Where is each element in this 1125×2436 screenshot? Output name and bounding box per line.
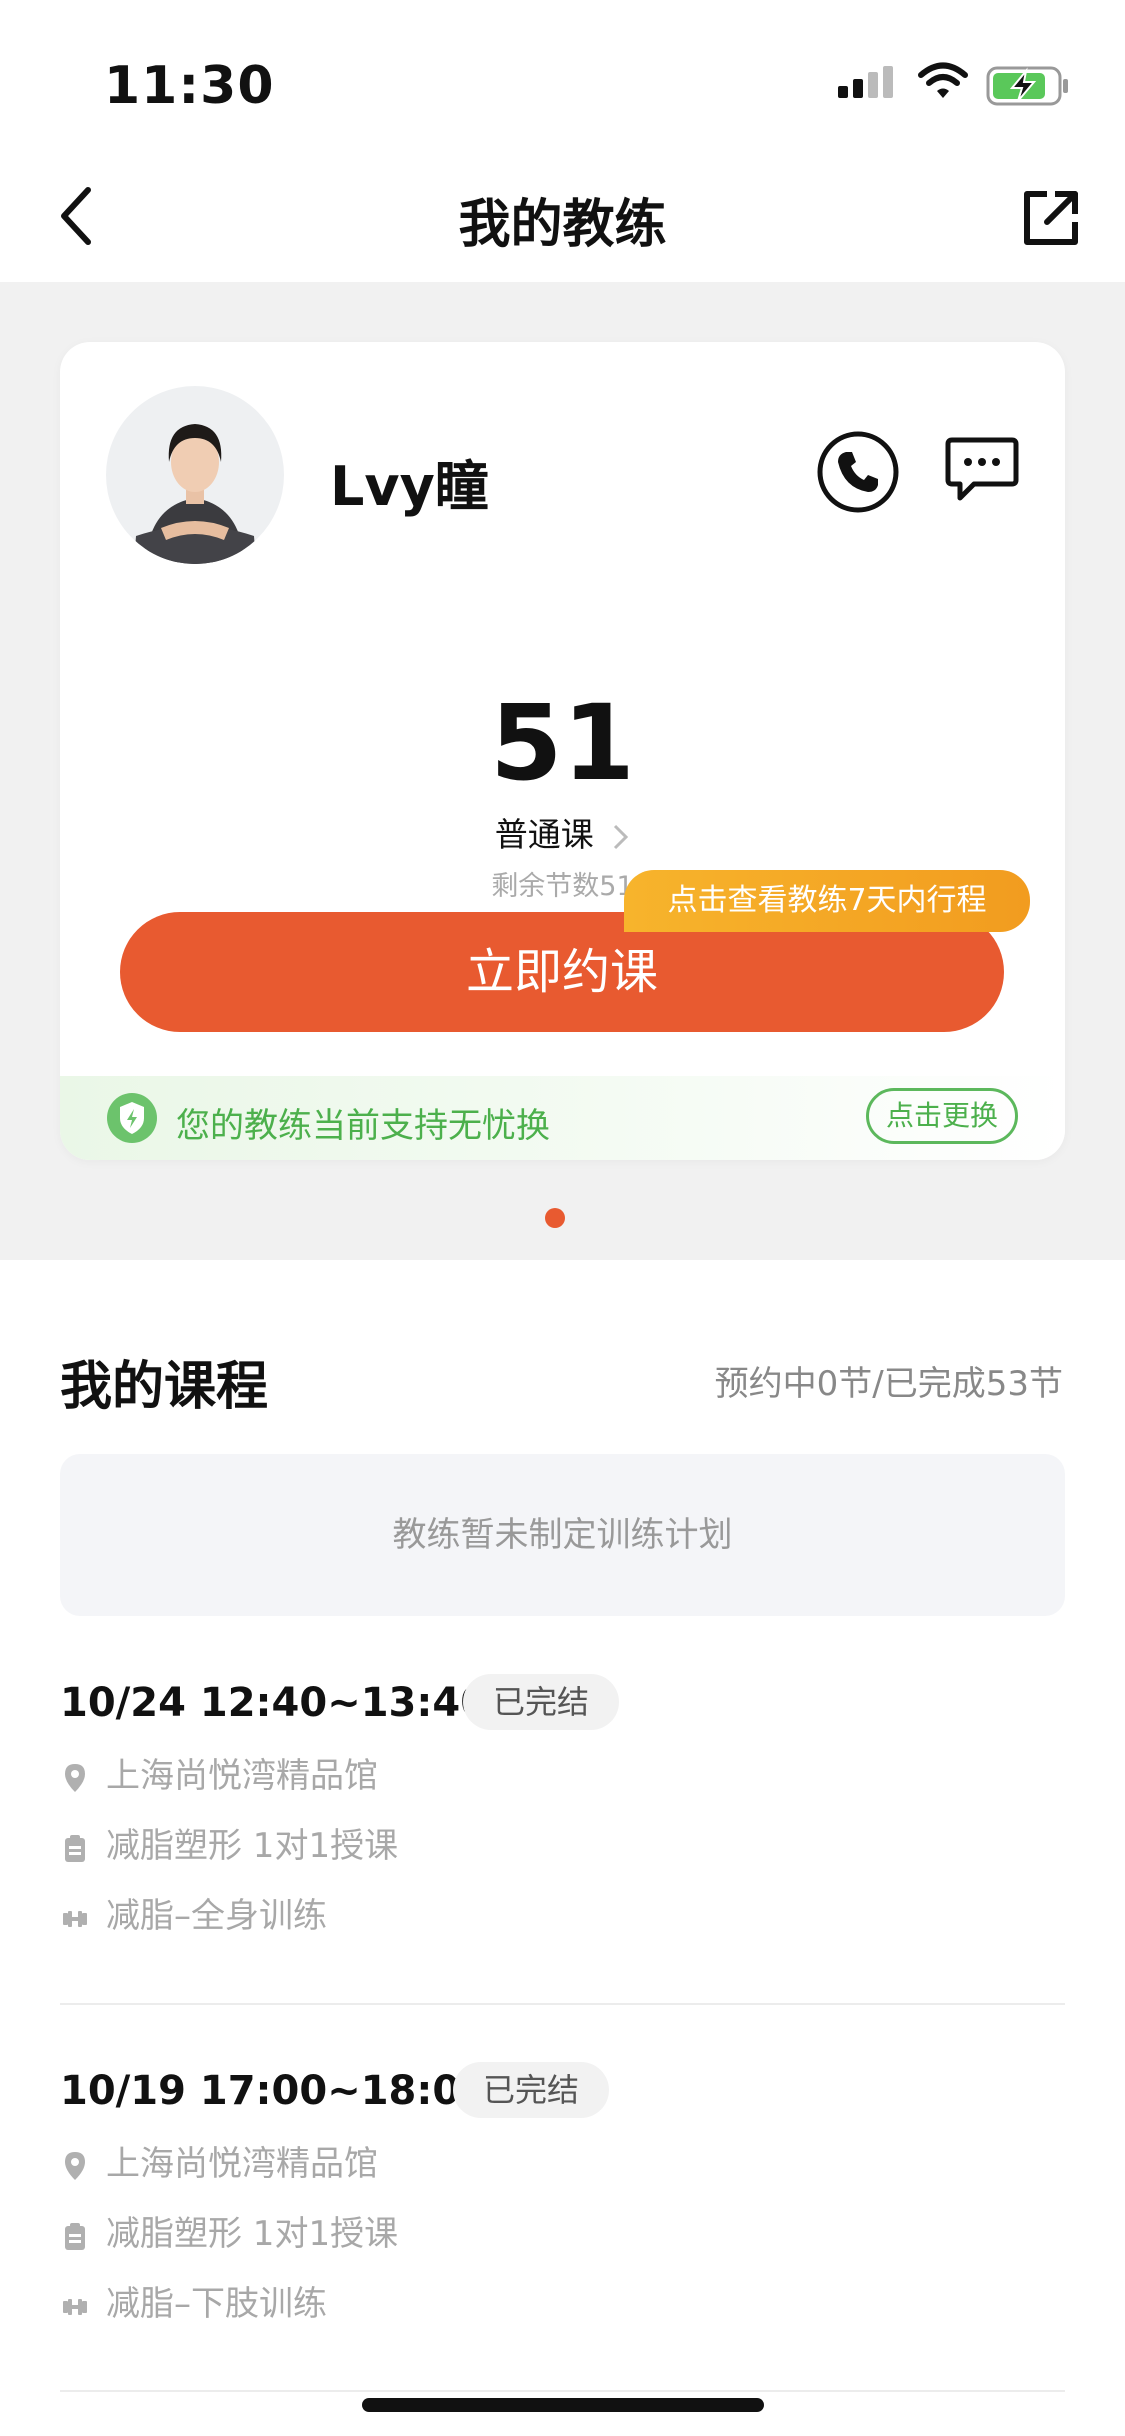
share-icon: [1024, 191, 1078, 245]
divider: [60, 2003, 1065, 2005]
training-plan-empty: 教练暂未制定训练计划: [60, 1454, 1065, 1616]
lesson-time: 10/19 17:00~18:00: [60, 2068, 489, 2114]
guarantee-bar: 您的教练当前支持无忧换 点击更换: [60, 1076, 1065, 1160]
lesson-plan-text: 减脂–下肢训练: [106, 2284, 327, 2324]
location-pin-icon: [65, 1763, 85, 1792]
phone-icon: [817, 431, 899, 513]
lesson-plan: 减脂–全身训练: [60, 1888, 327, 1937]
wifi-icon: [918, 62, 968, 98]
coach-section: Lvy瞳 51 普通课 剩余节数51 立即约课 点击查看教练7天内行程 您的教练…: [0, 282, 1125, 1260]
avatar-image: [106, 386, 284, 564]
chevron-right-icon: [614, 824, 629, 849]
lesson-plan-text: 减脂–全身训练: [106, 1896, 327, 1936]
lesson-plan: 减脂–下肢训练: [60, 2276, 327, 2325]
signal-icon: [838, 66, 893, 98]
clipboard-icon: [65, 1834, 85, 1862]
clipboard-icon: [65, 2222, 85, 2250]
lesson-location: 上海尚悦湾精品馆: [60, 1748, 378, 1797]
divider: [60, 2390, 1065, 2392]
status-time: 11:30: [104, 56, 275, 116]
coach-schedule-tag[interactable]: 点击查看教练7天内行程: [624, 870, 1030, 932]
lesson-type-text: 减脂塑形 1对1授课: [106, 1826, 399, 1866]
dumbbell-icon: [63, 2298, 87, 2315]
lesson-type-text: 减脂塑形 1对1授课: [106, 2214, 399, 2254]
message-button[interactable]: [944, 436, 1020, 506]
nav-bar: 我的教练: [0, 150, 1125, 282]
lesson-type: 减脂塑形 1对1授课: [60, 1818, 398, 1867]
lesson-location: 上海尚悦湾精品馆: [60, 2136, 378, 2185]
call-button[interactable]: [816, 430, 900, 514]
lesson-location-text: 上海尚悦湾精品馆: [106, 1756, 378, 1796]
status-badge: 已完结: [453, 2062, 610, 2118]
dumbbell-icon: [63, 1910, 87, 1927]
guarantee-text: 您的教练当前支持无忧换: [176, 1106, 550, 1146]
course-type-link[interactable]: 普通课: [60, 808, 1065, 856]
message-icon: [945, 437, 1019, 501]
remaining-count: 51: [490, 682, 635, 804]
page-title: 我的教练: [458, 195, 667, 255]
home-indicator[interactable]: [362, 2398, 764, 2412]
course-summary: 预约中0节/已完成53节: [714, 1364, 1063, 1404]
course-type-label: 普通课: [494, 815, 594, 854]
battery-icon: [986, 66, 1068, 106]
lesson-time: 10/24 12:40~13:40: [60, 1680, 489, 1726]
section-title: 我的课程: [60, 1357, 269, 1417]
shield-icon: [107, 1093, 157, 1143]
coach-name: Lvy瞳: [330, 455, 489, 518]
share-button[interactable]: [1013, 180, 1089, 256]
status-bar: 11:30: [0, 0, 1125, 150]
coach-card: Lvy瞳 51 普通课 剩余节数51 立即约课 点击查看教练7天内行程 您的教练…: [60, 342, 1065, 1160]
avatar[interactable]: [106, 386, 284, 564]
carousel-dot: [545, 1208, 565, 1228]
lesson-type: 减脂塑形 1对1授课: [60, 2206, 398, 2255]
switch-coach-button[interactable]: 点击更换: [866, 1088, 1018, 1144]
location-pin-icon: [65, 2151, 85, 2180]
lesson-location-text: 上海尚悦湾精品馆: [106, 2144, 378, 2184]
status-badge: 已完结: [463, 1674, 620, 1730]
